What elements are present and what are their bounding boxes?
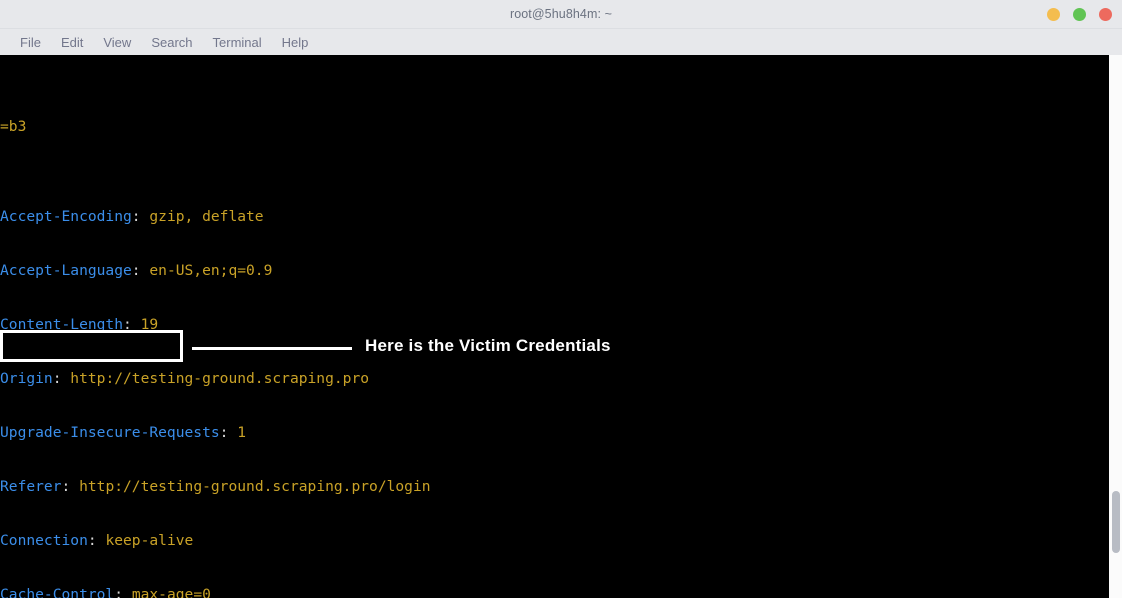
- terminal-scrollbar[interactable]: [1108, 55, 1122, 598]
- menu-item-file[interactable]: File: [10, 33, 51, 52]
- header-colon: :: [114, 586, 132, 598]
- header-colon: :: [52, 370, 71, 387]
- request-header-row: Connection: keep-alive: [0, 532, 1108, 550]
- menu-item-help[interactable]: Help: [272, 33, 319, 52]
- request-header-row: Origin: http://testing-ground.scraping.p…: [0, 370, 1108, 388]
- header-value: 19: [140, 316, 159, 333]
- header-value: gzip, deflate: [149, 208, 264, 225]
- scrollbar-thumb[interactable]: [1112, 491, 1120, 553]
- menu-item-view[interactable]: View: [93, 33, 141, 52]
- request-header-row: Accept-Encoding: gzip, deflate: [0, 208, 1108, 226]
- header-value: keep-alive: [105, 532, 194, 549]
- header-name: Accept-Language: [0, 262, 132, 279]
- header-name: Upgrade-Insecure-Requests: [0, 424, 220, 441]
- terminal-output: =b3 Accept-Encoding: gzip, deflate Accep…: [0, 55, 1108, 598]
- terminal-line-truncated: =b3: [0, 118, 1108, 136]
- header-colon: :: [87, 532, 106, 549]
- header-value: en-US,en;q=0.9: [149, 262, 273, 279]
- menu-item-search[interactable]: Search: [141, 33, 202, 52]
- header-value: 1: [237, 424, 247, 441]
- header-name: Referer: [0, 478, 62, 495]
- menu-item-edit[interactable]: Edit: [51, 33, 93, 52]
- window-title: root@5hu8h4m: ~: [509, 7, 613, 21]
- request-header-row: Cache-Control: max-age=0: [0, 586, 1108, 598]
- truncated-token: =b3: [0, 118, 27, 135]
- close-button-icon[interactable]: [1099, 7, 1112, 21]
- header-colon: :: [131, 262, 150, 279]
- header-value: http://testing-ground.scraping.pro/login: [79, 478, 431, 495]
- annotation-leader-line: [192, 347, 352, 350]
- terminal-window: root@5hu8h4m: ~ File Edit View Search Te…: [0, 0, 1122, 598]
- annotation-label: Here is the Victim Credentials: [365, 336, 611, 355]
- header-colon: :: [131, 208, 150, 225]
- menu-item-terminal[interactable]: Terminal: [203, 33, 272, 52]
- minimize-button-icon[interactable]: [1047, 7, 1060, 21]
- header-name: Connection: [0, 532, 88, 549]
- header-value: http://testing-ground.scraping.pro: [70, 370, 370, 387]
- request-header-row: Upgrade-Insecure-Requests: 1: [0, 424, 1108, 442]
- header-colon: :: [219, 424, 238, 441]
- header-colon: :: [123, 316, 141, 333]
- window-controls: [1047, 0, 1112, 28]
- titlebar: root@5hu8h4m: ~: [0, 0, 1122, 29]
- request-header-row: Referer: http://testing-ground.scraping.…: [0, 478, 1108, 496]
- header-name: Content-Length: [0, 316, 124, 333]
- header-colon: :: [61, 478, 80, 495]
- header-value: max-age=0: [131, 586, 211, 598]
- header-name: Cache-Control: [0, 586, 115, 598]
- request-header-row: Content-Length: 19: [0, 316, 1108, 334]
- header-name: Origin: [0, 370, 53, 387]
- request-header-row: Accept-Language: en-US,en;q=0.9: [0, 262, 1108, 280]
- terminal-body[interactable]: =b3 Accept-Encoding: gzip, deflate Accep…: [0, 55, 1122, 598]
- menubar: File Edit View Search Terminal Help: [0, 29, 1122, 55]
- maximize-button-icon[interactable]: [1073, 7, 1086, 21]
- header-name: Accept-Encoding: [0, 208, 132, 225]
